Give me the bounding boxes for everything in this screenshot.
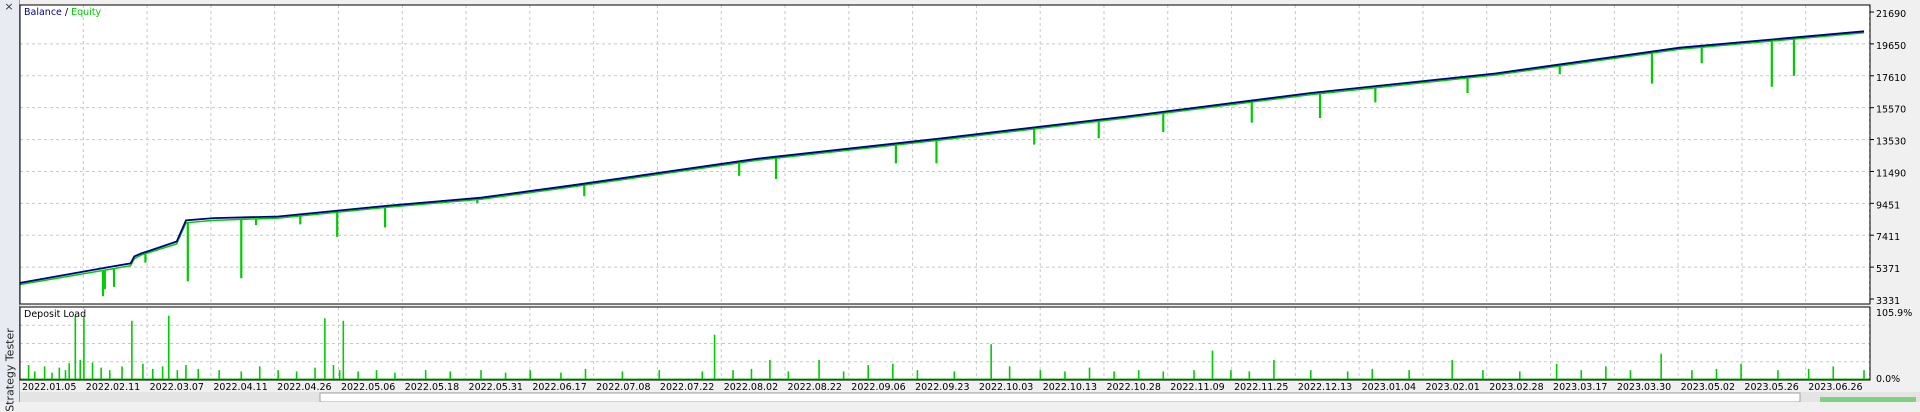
legend-equity: Equity [71, 7, 101, 18]
xtick-label: 2022.08.22 [788, 382, 842, 393]
xtick-label: 2023.02.01 [1425, 382, 1479, 393]
balance-ytick-label: 15570 [1876, 105, 1906, 116]
xtick-label: 2023.01.04 [1362, 382, 1416, 393]
xtick-label: 2023.06.26 [1808, 382, 1862, 393]
balance-ytick-label: 19650 [1876, 41, 1906, 52]
xtick-label: 2022.04.26 [277, 382, 331, 393]
legend-balance: Balance [24, 7, 62, 18]
xtick-label: 2022.05.06 [341, 382, 395, 393]
xtick-label: 2022.06.17 [532, 382, 586, 393]
xtick-label: 2022.05.31 [469, 382, 523, 393]
xtick-label: 2022.10.03 [979, 382, 1033, 393]
balance-ytick-label: 5371 [1876, 264, 1900, 275]
xtick-label: 2022.08.02 [724, 382, 778, 393]
xtick-label: 2022.10.13 [1043, 382, 1097, 393]
xtick-label: 2022.07.08 [596, 382, 650, 393]
xtick-label: 2022.07.22 [660, 382, 714, 393]
balance-ytick-label: 3331 [1876, 296, 1900, 307]
bottom-tab-strip [20, 392, 1920, 402]
xtick-label: 2022.11.09 [1170, 382, 1224, 393]
xtick-label: 2022.01.05 [22, 382, 76, 393]
tester-graph: Balance / Equity 21690 19650 17610 15570 135… [19, 4, 1920, 402]
xtick-label: 2022.05.18 [405, 382, 459, 393]
xtick-label: 2022.11.25 [1234, 382, 1288, 393]
xtick-label: 2022.12.13 [1298, 382, 1352, 393]
deposit-load-title: Deposit Load [24, 309, 86, 320]
xtick-label: 2022.10.28 [1106, 382, 1160, 393]
xtick-label: 2023.05.02 [1681, 382, 1735, 393]
progress-indicator [1820, 397, 1916, 402]
balance-ytick-label: 7411 [1876, 232, 1900, 243]
xtick-label: 2022.02.11 [86, 382, 140, 393]
xtick-label: 2023.05.26 [1744, 382, 1798, 393]
balance-equity-panel: Balance / Equity 21690 19650 17610 15570 135… [19, 4, 1906, 307]
balance-ytick-label: 17610 [1876, 73, 1906, 84]
balance-ytick-label: 21690 [1876, 9, 1906, 20]
xtick-label: 2022.04.11 [213, 382, 267, 393]
deposit-ytick-label: 105.9% [1876, 308, 1912, 319]
xtick-label: 2022.09.06 [851, 382, 905, 393]
xtick-label: 2022.09.23 [915, 382, 969, 393]
balance-ytick-label: 13530 [1876, 137, 1906, 148]
legend-balance: Balance / Equity [24, 7, 102, 18]
xtick-label: 2022.03.07 [150, 382, 204, 393]
balance-plot-area [20, 5, 1870, 304]
xtick-label: 2023.03.17 [1553, 382, 1607, 393]
balance-ytick-label: 9451 [1876, 200, 1900, 211]
xtick-label: 2023.02.28 [1489, 382, 1543, 393]
balance-ytick-label: 11490 [1876, 168, 1906, 179]
deposit-load-panel: Deposit Load 105.9% 0.0% [19, 306, 1912, 385]
xtick-label: 2023.03.30 [1617, 382, 1671, 393]
tab-graph[interactable] [319, 392, 1801, 402]
deposit-ytick-label: 0.0% [1876, 374, 1900, 385]
